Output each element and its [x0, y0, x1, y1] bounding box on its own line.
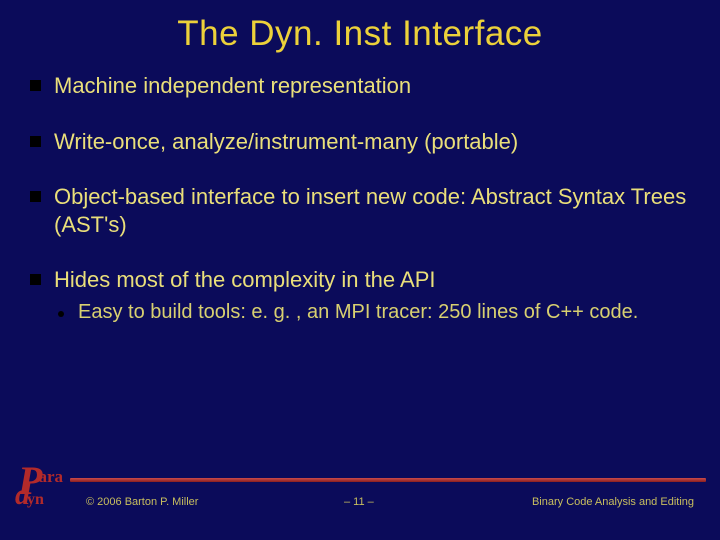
footer-subtitle: Binary Code Analysis and Editing — [532, 496, 694, 508]
bullet-text: Write-once, analyze/instrument-many (por… — [54, 129, 518, 154]
bullet-item: Object-based interface to insert new cod… — [28, 183, 692, 238]
sub-bullet-item: Easy to build tools: e. g. , an MPI trac… — [54, 300, 692, 325]
footer-copyright: © 2006 Barton P. Miller — [86, 496, 198, 508]
slide-title: The Dyn. Inst Interface — [28, 14, 692, 54]
logo-ara: ara — [38, 467, 63, 486]
paradyn-logo: Para dyn — [18, 466, 63, 507]
logo-yn: yn — [27, 491, 44, 508]
bullet-text: Machine independent representation — [54, 73, 411, 98]
bullet-list: Machine independent representation Write… — [28, 72, 692, 325]
bullet-text: Hides most of the complexity in the API — [54, 267, 436, 292]
bullet-item: Machine independent representation — [28, 72, 692, 100]
footer-page-number: – 11 – — [344, 496, 374, 508]
slide: The Dyn. Inst Interface Machine independ… — [0, 0, 720, 540]
bullet-item: Write-once, analyze/instrument-many (por… — [28, 128, 692, 156]
bullet-text: Object-based interface to insert new cod… — [54, 184, 686, 237]
sub-bullet-text: Easy to build tools: e. g. , an MPI trac… — [78, 301, 638, 323]
sub-bullet-list: Easy to build tools: e. g. , an MPI trac… — [54, 300, 692, 325]
footer: Para dyn © 2006 Barton P. Miller – 11 – … — [0, 460, 720, 540]
bullet-item: Hides most of the complexity in the API … — [28, 266, 692, 325]
footer-divider — [70, 478, 706, 482]
